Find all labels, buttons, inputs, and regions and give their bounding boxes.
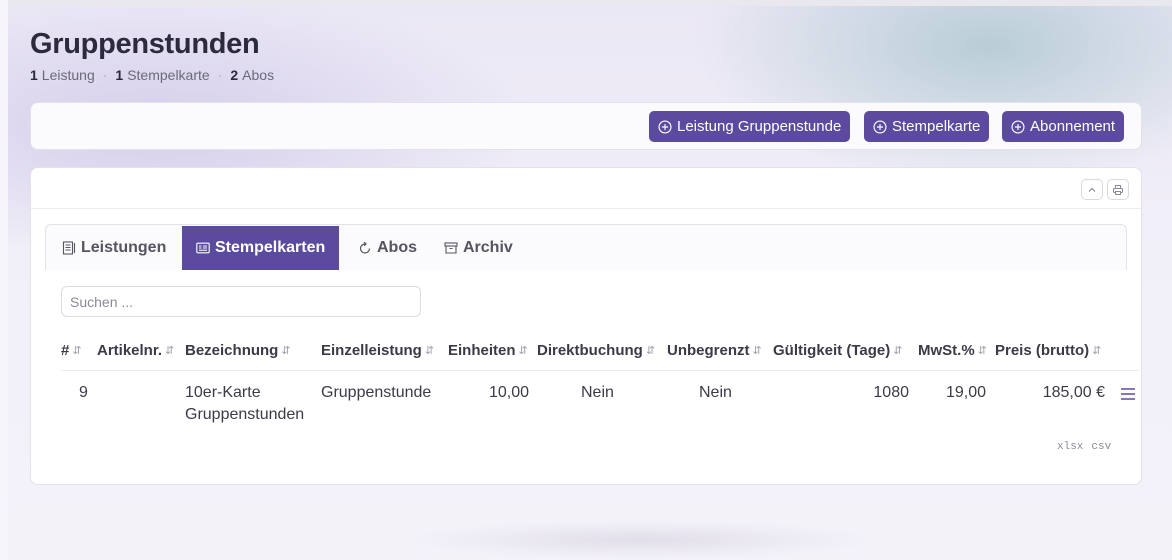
column-header-id[interactable]: # ⇵ [61,342,82,359]
sort-icon: ⇵ [645,345,656,357]
sort-icon: ⇵ [977,345,987,357]
cell-id: 9 [79,384,88,401]
tab-abos-label: Abos [377,239,417,256]
summary-label-leistung: Leistung [41,67,95,83]
add-abonnement-label: Abonnement [1030,118,1116,135]
cell-bezeichnung-line2: Gruppenstunden [185,406,305,423]
export-xlsx-link[interactable]: xlsx [1057,441,1083,453]
products-card: Leistungen Stempelkarten Abos Archiv # ⇵… [30,167,1142,485]
column-header-direktbuchung[interactable]: Direktbuchung ⇵ [537,342,655,359]
sort-icon: ⇵ [281,345,291,357]
print-button[interactable] [1107,179,1129,200]
card-icon [196,242,210,254]
column-header-preis[interactable]: Preis (brutto) ⇵ [995,342,1101,359]
tab-leistungen-label: Leistungen [81,239,167,256]
column-header-mwst[interactable]: MwSt.% ⇵ [918,342,987,359]
cell-preis: 185,00 € [1042,384,1105,401]
sort-icon: ⇵ [72,345,82,357]
tab-archiv[interactable]: Archiv [444,226,513,270]
tab-leistungen[interactable]: Leistungen [62,226,166,270]
plus-circle-icon [873,119,887,134]
export-csv-link[interactable]: csv [1091,441,1111,453]
cell-bezeichnung-line1: 10er-Karte [185,384,261,401]
cell-gueltigkeit: 1080 [873,384,909,401]
column-header-gueltigkeit[interactable]: Gültigkeit (Tage) ⇵ [773,342,902,359]
row-menu-icon[interactable] [1120,387,1136,401]
chevron-up-icon [1088,187,1096,192]
cell-einzelleistung: Gruppenstunde [321,384,432,401]
tab-stempelkarten-label: Stempelkarten [215,239,326,256]
add-stempelkarte-label: Stempelkarte [892,118,981,135]
cell-direktbuchung: Nein [581,384,614,401]
sort-icon: ⇵ [752,345,762,357]
column-header-einzelleistung[interactable]: Einzelleistung ⇵ [321,342,434,359]
table-header-divider [61,370,1139,371]
add-abonnement-button[interactable]: Abonnement [1002,111,1125,142]
tab-archiv-label: Archiv [463,239,513,256]
summary-separator: · [217,67,223,83]
left-border [0,0,8,560]
tab-abos[interactable]: Abos [358,226,417,270]
cell-unbegrenzt: Nein [699,384,732,401]
column-header-bezeichnung[interactable]: Bezeichnung ⇵ [185,342,291,359]
sort-icon: ⇵ [893,345,903,357]
tab-stempelkarten[interactable]: Stempelkarten [182,226,340,270]
column-header-unbegrenzt[interactable]: Unbegrenzt ⇵ [667,342,762,359]
add-leistung-gruppenstunde-button[interactable]: Leistung Gruppenstunde [649,111,851,142]
sort-icon: ⇵ [165,345,175,357]
list-icon [62,241,76,255]
add-leistung-gruppenstunde-label: Leistung Gruppenstunde [677,118,842,135]
cell-einheiten: 10,00 [488,384,529,401]
summary-count-stempelkarte: 1 [115,67,124,83]
card-header [31,168,1141,209]
add-stempelkarte-button[interactable]: Stempelkarte [864,111,990,142]
summary-label-abos: Abos [242,67,275,83]
sort-icon: ⇵ [1092,345,1102,357]
summary-count-leistung: 1 [30,67,38,83]
sort-icon: ⇵ [424,345,435,357]
tab-bar: Leistungen Stempelkarten Abos Archiv [45,224,1127,270]
sort-icon: ⇵ [518,345,528,357]
page-title: Gruppenstunden [30,28,260,60]
page-summary: 1 Leistung · 1 Stempelkarte · 2 Abos [30,67,274,83]
cell-mwst: 19,00 [945,384,986,401]
cell-bezeichnung: 10er-Karte Gruppenstunden [185,382,304,426]
collapse-button[interactable] [1081,179,1103,200]
plus-circle-icon [658,119,672,134]
summary-label-stempelkarte: Stempelkarte [127,67,210,83]
column-header-einheiten[interactable]: Einheiten ⇵ [448,342,528,359]
archive-icon [444,242,458,254]
action-toolbar: Leistung Gruppenstunde Stempelkarte Abon… [30,102,1142,150]
export-links: xlsx csv [1057,441,1111,453]
summary-separator: · [102,67,108,83]
refresh-icon [359,241,371,254]
summary-count-abos: 2 [230,67,239,83]
plus-circle-icon [1011,119,1025,134]
search-input[interactable] [61,286,421,317]
column-header-artikelnr[interactable]: Artikelnr. ⇵ [97,342,174,359]
footer-shadow [400,520,880,560]
printer-icon [1113,184,1123,195]
